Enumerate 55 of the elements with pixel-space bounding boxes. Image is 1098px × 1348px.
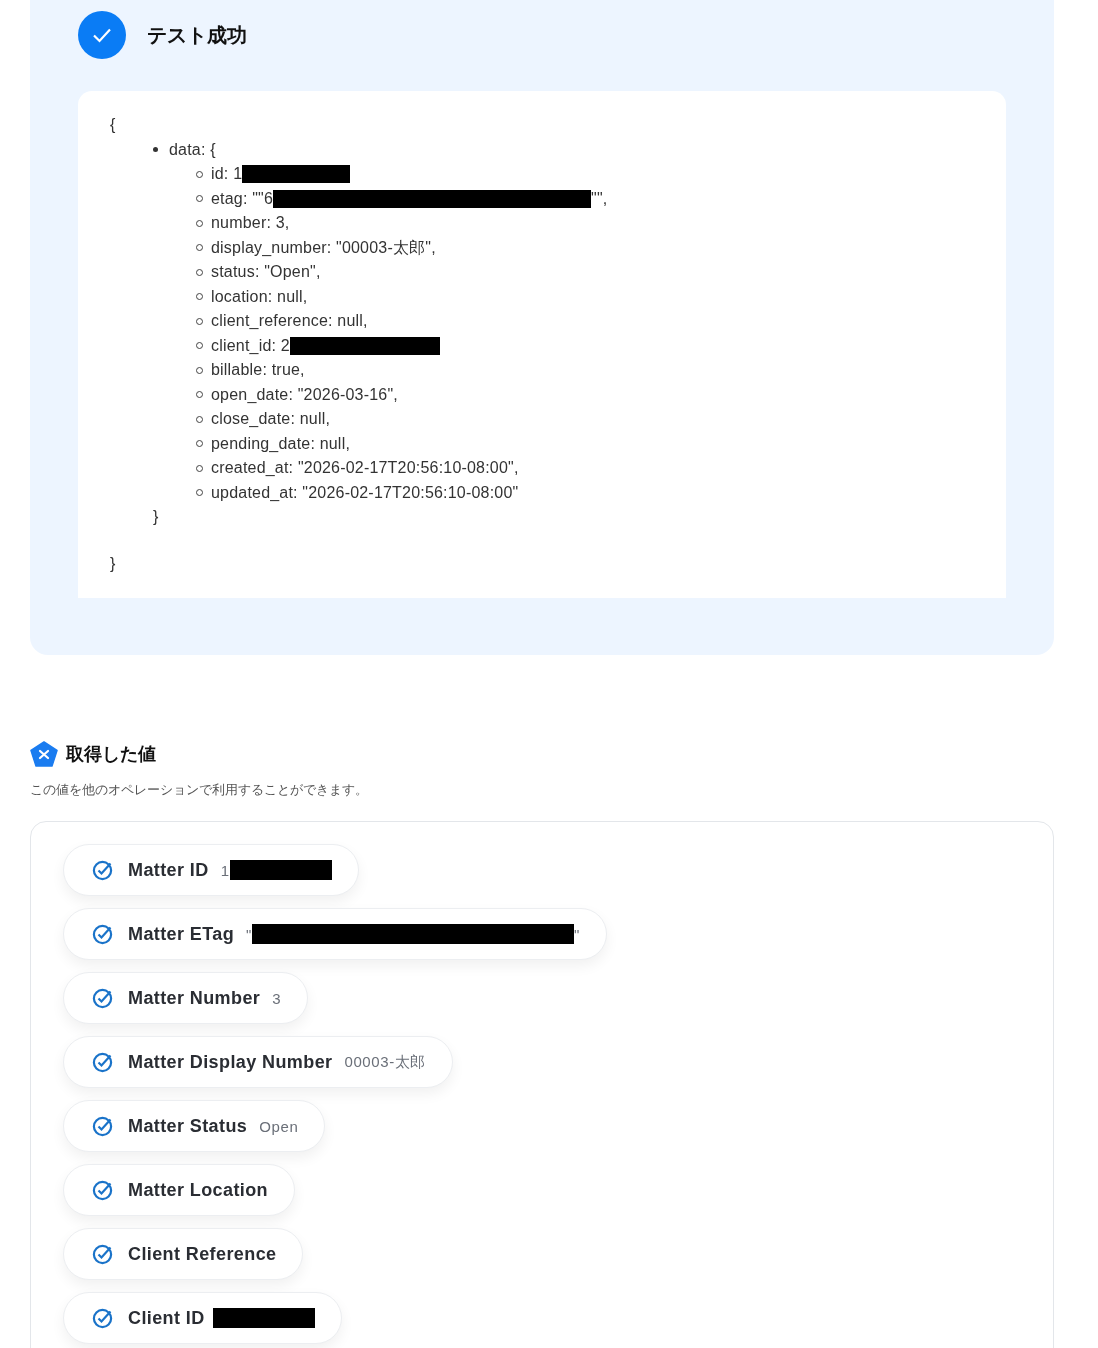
json-key: data: { [169, 137, 216, 162]
value-label: Matter Number [128, 987, 261, 1009]
value-text: 3 [272, 989, 282, 1007]
check-circle-icon [92, 923, 114, 945]
json-field: billable: true, [211, 358, 305, 383]
json-field: updated_at: "2026-02-17T20:56:10-08:00" [211, 480, 519, 505]
check-circle-icon [92, 1243, 114, 1265]
section-title: 取得した値 [66, 743, 156, 766]
value-label: Matter ETag [128, 923, 235, 945]
bullet-icon [153, 147, 158, 153]
json-field: client_reference: null, [211, 309, 368, 334]
json-field: number: 3, [211, 211, 290, 236]
value-text: 1 [220, 861, 230, 879]
check-circle-icon [92, 1179, 114, 1201]
value-text: Open [259, 1117, 299, 1135]
check-circle-icon [92, 1307, 114, 1329]
value-label: Matter Status [128, 1115, 248, 1137]
value-chip[interactable]: Matter Display Number 00003-太郎 [63, 1036, 453, 1088]
json-field: created_at: "2026-02-17T20:56:10-08:00", [211, 456, 519, 481]
json-brace: } [153, 507, 159, 527]
json-brace: { [110, 115, 116, 135]
result-title: テスト成功 [147, 22, 247, 48]
section-description: この値を他のオペレーションで利用することができます。 [30, 781, 369, 799]
app-logo-icon [30, 741, 58, 767]
json-field: etag: ""6 [211, 186, 274, 211]
json-field: client_id: 2 [211, 333, 290, 358]
value-text: " [246, 925, 253, 943]
value-label: Matter Display Number [128, 1051, 333, 1073]
value-chip[interactable]: Client Reference [63, 1228, 304, 1280]
json-field: display_number: "00003-太郎", [211, 235, 436, 260]
value-label: Matter ID [128, 859, 209, 881]
json-field: open_date: "2026-03-16", [211, 382, 398, 407]
check-circle-icon [92, 1115, 114, 1137]
success-check-icon [78, 11, 126, 59]
value-chip[interactable]: Client ID [63, 1292, 342, 1344]
check-circle-icon [92, 859, 114, 881]
value-chip[interactable]: Matter Status Open [63, 1100, 326, 1152]
check-circle-icon [92, 987, 114, 1009]
check-circle-icon [92, 1051, 114, 1073]
value-chip[interactable]: Matter ETag " " [63, 908, 607, 960]
value-label: Matter Location [128, 1179, 268, 1201]
value-text: 00003-太郎 [344, 1052, 426, 1072]
value-chip[interactable]: Matter ID 1 [63, 844, 359, 896]
value-label: Client Reference [128, 1243, 277, 1265]
value-chip[interactable]: Matter Number 3 [63, 972, 309, 1024]
json-brace: } [110, 553, 116, 574]
json-field: pending_date: null, [211, 431, 351, 456]
value-text: " [574, 925, 580, 943]
json-field: id: 1 [211, 162, 243, 187]
json-field: status: "Open", [211, 260, 321, 285]
value-label: Client ID [128, 1307, 205, 1329]
json-field: location: null, [211, 284, 308, 309]
json-field-end: "", [591, 188, 608, 209]
json-field: close_date: null, [211, 407, 331, 432]
value-chip[interactable]: Matter Location [63, 1164, 295, 1216]
